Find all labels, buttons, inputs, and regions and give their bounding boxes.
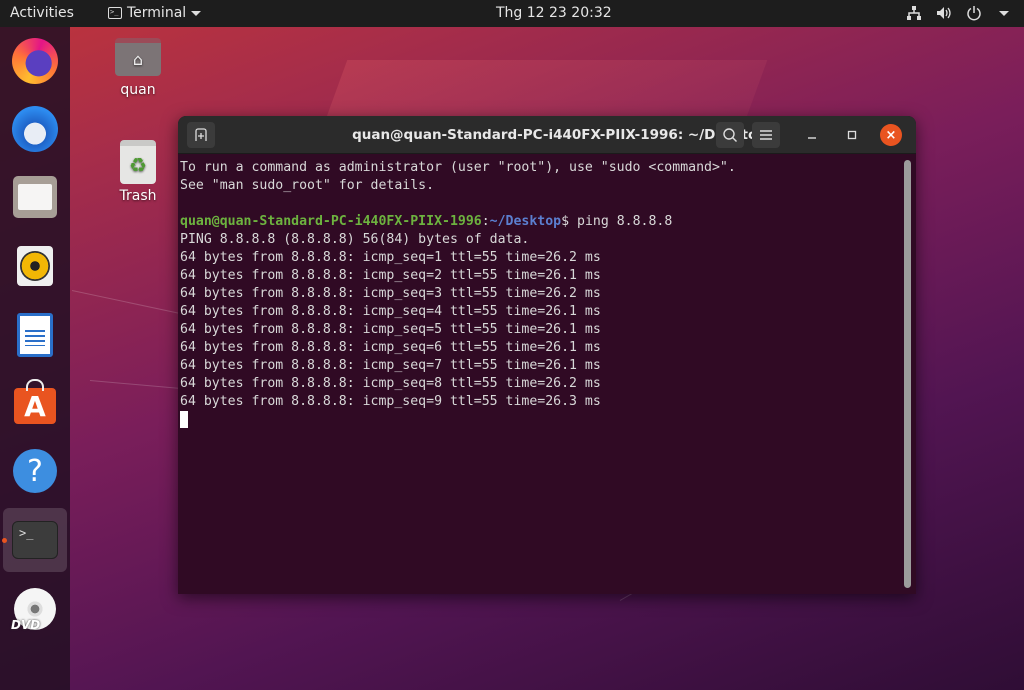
scrollbar[interactable]: [904, 160, 911, 588]
dock-item-software[interactable]: A: [9, 377, 61, 429]
hamburger-icon: [760, 130, 772, 140]
ping-reply-line: 64 bytes from 8.8.8.8: icmp_seq=2 ttl=55…: [180, 268, 601, 283]
dock-item-dvd[interactable]: DVD: [9, 583, 61, 635]
text-cursor: [180, 411, 188, 428]
cursor-line: [180, 411, 914, 429]
dvd-label: DVD: [11, 618, 41, 632]
clock[interactable]: Thg 12 23 20:32: [496, 5, 612, 21]
terminal-icon: >_: [12, 521, 58, 559]
rhythmbox-icon: [17, 246, 53, 286]
hamburger-menu-button[interactable]: [752, 122, 780, 148]
wallpaper-line: [89, 380, 190, 390]
terminal-app-icon: >_: [108, 7, 122, 19]
ping-reply-line: 64 bytes from 8.8.8.8: icmp_seq=1 ttl=55…: [180, 250, 601, 265]
caret-down-icon: [191, 10, 202, 16]
running-indicator: [2, 538, 7, 543]
close-icon: ×: [885, 127, 897, 143]
desktop-icon-label: quan: [120, 82, 156, 98]
trash-icon: ♻: [120, 140, 156, 184]
terminal-headerbar[interactable]: quan@quan-Standard-PC-i440FX-PIIX-1996: …: [178, 116, 916, 154]
prompt-path: ~/Desktop: [489, 214, 562, 229]
top-bar: Activities >_ Terminal Thg 12 23 20:32: [0, 0, 1024, 27]
dock-item-help[interactable]: ?: [9, 445, 61, 497]
writer-icon: [17, 313, 53, 357]
terminal-line: PING 8.8.8.8 (8.8.8.8) 56(84) bytes of d…: [180, 232, 530, 247]
ping-reply-line: 64 bytes from 8.8.8.8: icmp_seq=4 ttl=55…: [180, 304, 601, 319]
help-icon: ?: [13, 449, 57, 493]
ping-reply-line: 64 bytes from 8.8.8.8: icmp_seq=8 ttl=55…: [180, 376, 601, 391]
dock: A ? >_ DVD: [0, 27, 70, 690]
desktop-icon-home[interactable]: ⌂ quan: [102, 38, 174, 98]
terminal-line: To run a command as administrator (user …: [180, 160, 736, 175]
terminal-line: See "man sudo_root" for details.: [180, 178, 435, 193]
search-icon: [723, 128, 737, 142]
caret-down-icon[interactable]: [996, 4, 1012, 22]
maximize-icon: [847, 130, 857, 140]
ping-reply-line: 64 bytes from 8.8.8.8: icmp_seq=6 ttl=55…: [180, 340, 601, 355]
dock-item-files[interactable]: [9, 171, 61, 223]
activities-button[interactable]: Activities: [10, 5, 74, 21]
ping-reply-line: 64 bytes from 8.8.8.8: icmp_seq=3 ttl=55…: [180, 286, 601, 301]
thunderbird-icon: [12, 106, 58, 152]
close-button[interactable]: ×: [880, 124, 902, 146]
software-store-icon: A: [14, 379, 56, 424]
dock-item-firefox[interactable]: [9, 35, 61, 87]
prompt-line: quan@quan-Standard-PC-i440FX-PIIX-1996:~…: [180, 213, 914, 231]
app-menu-label: Terminal: [127, 5, 187, 21]
home-folder-icon: ⌂: [115, 38, 161, 76]
prompt-separator: :: [481, 214, 490, 229]
search-button[interactable]: [716, 122, 744, 148]
command-text: ping 8.8.8.8: [577, 214, 673, 229]
prompt-user: quan@quan-Standard-PC-i440FX-PIIX-1996: [180, 214, 482, 229]
desktop-icon-trash[interactable]: ♻ Trash: [102, 140, 174, 204]
desktop-icon-label: Trash: [119, 188, 157, 204]
power-icon[interactable]: [966, 4, 982, 22]
dock-item-thunderbird[interactable]: [9, 103, 61, 155]
terminal-output[interactable]: To run a command as administrator (user …: [178, 155, 916, 594]
ping-reply-line: 64 bytes from 8.8.8.8: icmp_seq=5 ttl=55…: [180, 322, 601, 337]
terminal-window: quan@quan-Standard-PC-i440FX-PIIX-1996: …: [178, 116, 916, 594]
dock-item-writer[interactable]: [9, 309, 61, 361]
volume-icon[interactable]: [936, 4, 952, 22]
minimize-icon: [808, 137, 816, 139]
maximize-button[interactable]: [842, 125, 862, 145]
dock-item-rhythmbox[interactable]: [9, 240, 61, 292]
firefox-icon: [12, 38, 58, 84]
dvd-icon: DVD: [11, 588, 56, 632]
network-wired-icon[interactable]: [906, 4, 922, 22]
files-icon: [13, 176, 57, 218]
dock-item-terminal[interactable]: >_: [3, 508, 67, 572]
ping-reply-line: 64 bytes from 8.8.8.8: icmp_seq=9 ttl=55…: [180, 394, 601, 409]
app-menu-button[interactable]: >_ Terminal: [108, 5, 202, 21]
ping-reply-line: 64 bytes from 8.8.8.8: icmp_seq=7 ttl=55…: [180, 358, 601, 373]
system-tray[interactable]: [906, 4, 1012, 22]
minimize-button[interactable]: [802, 125, 822, 145]
prompt-dollar: $: [561, 214, 578, 229]
